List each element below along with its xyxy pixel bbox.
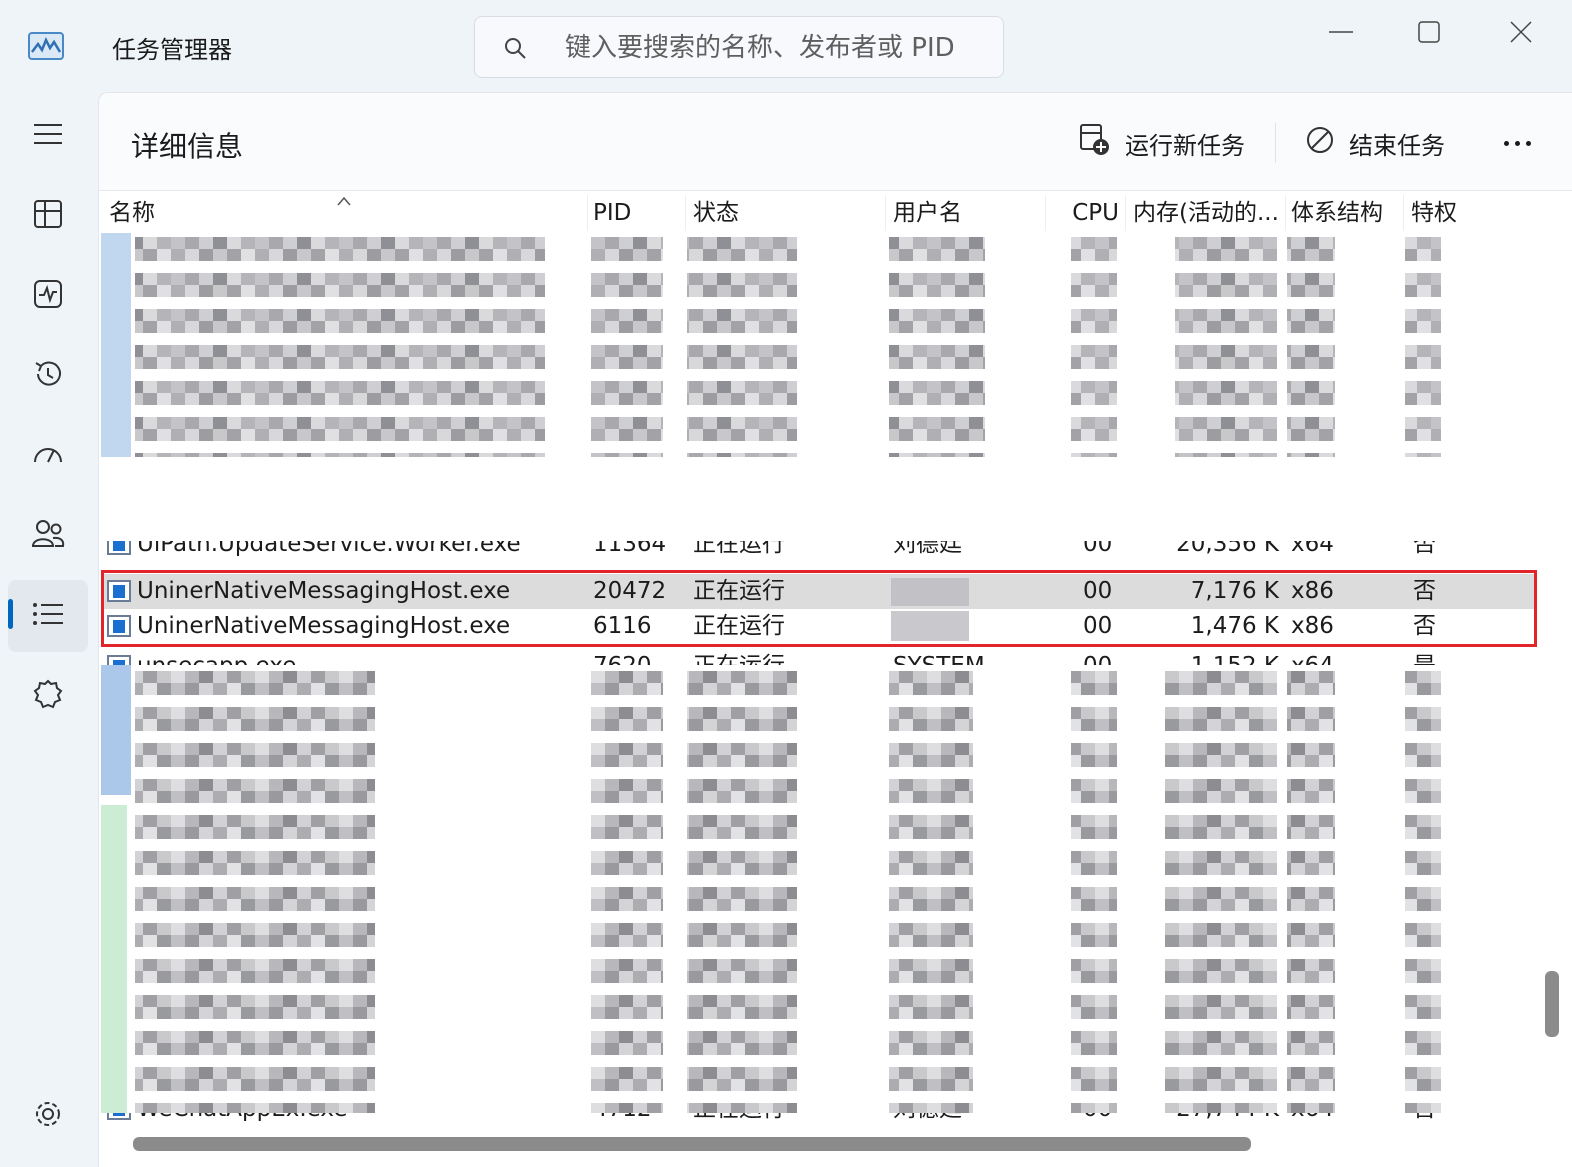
active-indicator [8, 599, 13, 629]
process-name: UiPath.UpdateService.Worker.exe [137, 541, 521, 557]
puzzle-gear-icon [32, 678, 64, 714]
more-options-button[interactable] [1495, 123, 1539, 163]
process-icon [107, 541, 131, 555]
mosaic-redacted-rows-bottom [101, 665, 1537, 1113]
processes-icon [33, 199, 63, 233]
hamburger-icon [32, 122, 64, 150]
process-cpu: 00 [1083, 649, 1112, 665]
sort-ascending-icon [337, 191, 351, 206]
nav-details[interactable] [8, 580, 88, 652]
history-icon [32, 358, 64, 394]
details-list-icon [32, 601, 64, 631]
column-divider[interactable] [685, 195, 686, 231]
details-panel: 详细信息 运行新任务 结束任务 名称 PID 状态 用户名 CPU 内存(活动的… [98, 92, 1572, 1167]
performance-icon [33, 279, 63, 313]
process-user: 刘德廷 [893, 541, 962, 557]
process-arch: x64 [1291, 1113, 1334, 1127]
process-elevated: 否 [1413, 541, 1436, 557]
end-task-label: 结束任务 [1349, 131, 1445, 160]
process-icon [107, 655, 131, 665]
column-header-username[interactable]: 用户名 [893, 197, 962, 229]
table-row[interactable]: UiPath.UpdateService.Worker.exe 11364 正在… [101, 541, 1537, 563]
process-table: 名称 PID 状态 用户名 CPU 内存(活动的... 体系结构 特权 UiPa… [99, 191, 1539, 1131]
process-cpu: 00 [1083, 1113, 1112, 1127]
hamburger-menu-button[interactable] [8, 100, 88, 172]
nav-processes[interactable] [8, 180, 88, 252]
nav-services[interactable] [8, 660, 88, 732]
column-header-name[interactable]: 名称 [109, 197, 155, 229]
search-icon [503, 36, 527, 60]
left-navigation [0, 92, 96, 1167]
process-name: unsecapp.exe [137, 649, 296, 665]
column-header-architecture[interactable]: 体系结构 [1291, 197, 1383, 229]
column-header-pid[interactable]: PID [593, 197, 631, 229]
process-status: 正在运行 [693, 1113, 785, 1127]
process-status: 正在运行 [693, 649, 785, 665]
run-new-task-label: 运行新任务 [1125, 131, 1245, 160]
column-divider[interactable] [1403, 195, 1404, 231]
settings-gear-icon [33, 1099, 63, 1133]
column-header-memory[interactable]: 内存(活动的... [1133, 197, 1279, 229]
column-header-elevated[interactable]: 特权 [1411, 197, 1457, 229]
column-divider[interactable] [1285, 195, 1286, 231]
table-row[interactable]: WeChatAppEx.exe 4712 正在运行 刘德廷 00 27,744 … [101, 1113, 1537, 1127]
table-row[interactable]: unsecapp.exe 7620 正在运行 SYSTEM 00 1,152 K… [101, 649, 1537, 665]
users-icon [31, 518, 65, 554]
red-highlight-box [101, 570, 1537, 647]
page-title: 详细信息 [131, 130, 244, 163]
horizontal-scrollbar-thumb[interactable] [133, 1137, 1251, 1151]
process-memory: 27,744 K [1131, 1113, 1279, 1127]
process-user: SYSTEM [893, 649, 985, 665]
panel-header: 详细信息 运行新任务 结束任务 [99, 93, 1572, 191]
title-bar: 任务管理器 [0, 0, 1572, 92]
process-elevated: 是 [1413, 649, 1436, 665]
column-divider[interactable] [587, 195, 588, 231]
minimize-button[interactable] [1318, 18, 1364, 46]
end-task-icon [1305, 125, 1335, 161]
toolbar-separator [1275, 123, 1276, 163]
close-button[interactable] [1498, 18, 1544, 46]
column-divider[interactable] [885, 195, 886, 231]
more-dot [1525, 140, 1531, 146]
search-input[interactable] [565, 29, 985, 67]
process-status: 正在运行 [693, 541, 785, 557]
speedometer-icon [32, 440, 64, 472]
mosaic-redacted-rows-top [101, 233, 1537, 457]
vertical-scrollbar-thumb[interactable] [1545, 971, 1559, 1037]
nav-performance[interactable] [8, 260, 88, 332]
nav-startup-apps[interactable] [8, 420, 88, 492]
nav-app-history[interactable] [8, 340, 88, 412]
process-pid: 7620 [593, 649, 652, 665]
process-name: WeChatAppEx.exe [137, 1113, 347, 1127]
task-manager-app-icon [28, 32, 64, 60]
more-dot [1514, 140, 1520, 146]
process-pid: 4712 [593, 1113, 652, 1127]
column-divider[interactable] [1125, 195, 1126, 231]
nav-settings[interactable] [8, 1080, 88, 1152]
process-arch: x64 [1291, 541, 1334, 557]
mosaic-pattern [101, 233, 1441, 457]
more-dot [1503, 140, 1509, 146]
column-header-status[interactable]: 状态 [693, 197, 739, 229]
nav-users[interactable] [8, 500, 88, 572]
column-header-cpu[interactable]: CPU [1045, 197, 1119, 229]
process-memory: 20,356 K [1176, 541, 1279, 557]
process-memory: 1,152 K [1131, 649, 1279, 665]
process-pid: 11364 [593, 541, 667, 557]
table-header: 名称 PID 状态 用户名 CPU 内存(活动的... 体系结构 特权 [99, 191, 1539, 233]
process-icon [107, 1113, 131, 1120]
process-cpu: 00 [1083, 541, 1113, 557]
process-user: 刘德廷 [893, 1113, 962, 1127]
run-new-task-icon [1079, 123, 1111, 163]
process-elevated: 否 [1413, 1113, 1436, 1127]
process-arch: x64 [1291, 649, 1334, 665]
end-task-button[interactable]: 结束任务 [1305, 121, 1445, 165]
app-title: 任务管理器 [112, 36, 232, 64]
search-box[interactable] [474, 16, 1004, 78]
maximize-button[interactable] [1406, 18, 1452, 46]
mosaic-pattern [101, 665, 1441, 1113]
run-new-task-button[interactable]: 运行新任务 [1079, 121, 1245, 165]
